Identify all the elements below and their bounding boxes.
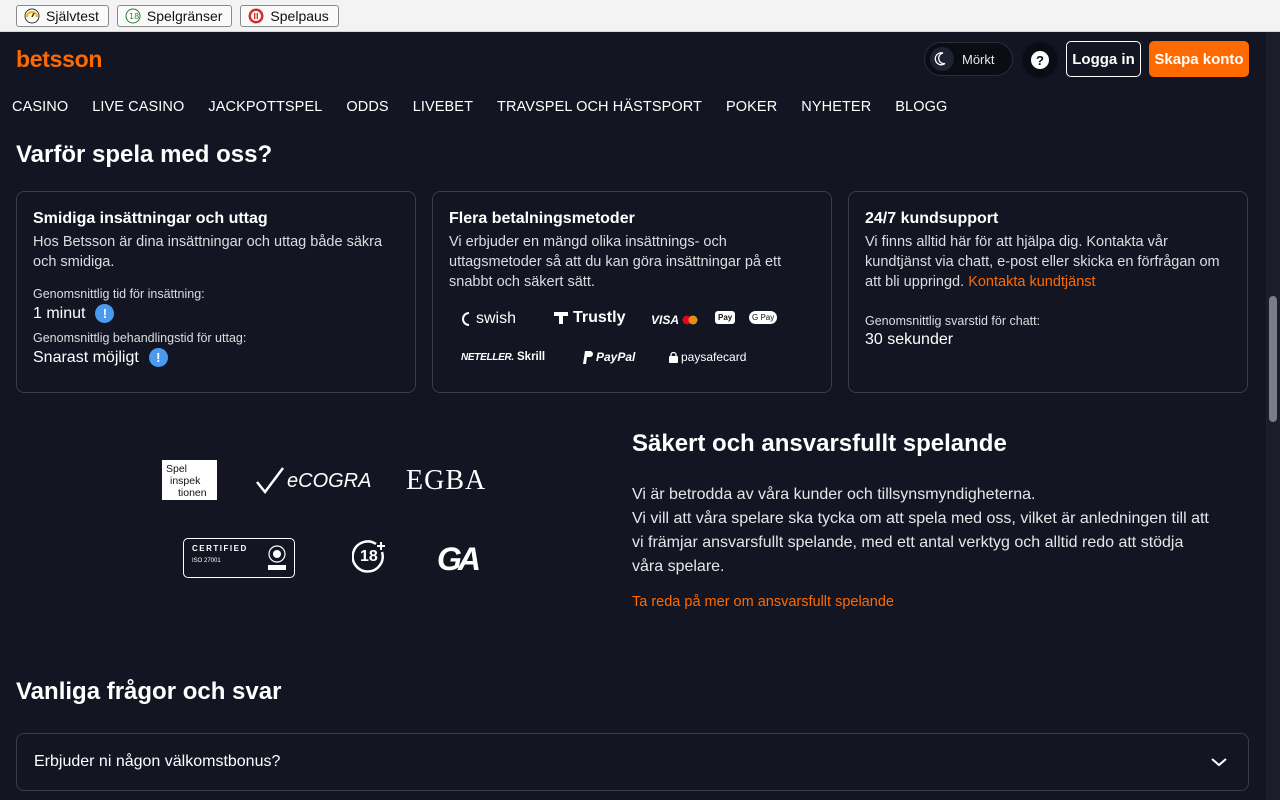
- nav-item-casino[interactable]: CASINO: [12, 99, 68, 115]
- deposit-time-label: Genomsnittlig tid för insättning:: [33, 287, 205, 301]
- limits-button[interactable]: 18 Spelgränser: [116, 4, 233, 27]
- gauge-icon: [24, 8, 40, 23]
- pause-icon: [248, 8, 264, 23]
- chat-response-label: Genomsnittlig svarstid för chatt:: [865, 314, 1041, 328]
- self-test-label: Självtest: [46, 7, 99, 24]
- moon-icon: [930, 47, 954, 71]
- paysafecard-logo: paysafecard: [669, 350, 746, 364]
- iso-certified-badge[interactable]: CERTIFIED ISO 27001: [183, 538, 295, 578]
- apple-pay-logo: Pay: [715, 311, 736, 324]
- svg-text:18: 18: [129, 12, 139, 21]
- ga-logo[interactable]: GA: [437, 541, 481, 578]
- card-title: Flera betalningsmetoder: [449, 210, 635, 227]
- contact-support-link[interactable]: Kontakta kundtjänst: [968, 274, 1095, 290]
- deposit-time-value-row: 1 minut !: [33, 304, 399, 323]
- help-button[interactable]: ?: [1022, 42, 1058, 78]
- ecogra-logo[interactable]: eCOGRA: [255, 466, 371, 496]
- spelinspektionen-logo[interactable]: Spel inspek tionen: [162, 460, 217, 500]
- deposit-time-value: 1 minut: [33, 304, 86, 322]
- main-nav: CASINO LIVE CASINO JACKPOTTSPEL ODDS LIV…: [12, 99, 971, 115]
- withdrawal-time-value-row: Snarast möjligt !: [33, 348, 399, 367]
- betsson-logo[interactable]: betsson: [16, 46, 102, 73]
- apple-pay-icon: Pay: [715, 311, 736, 324]
- lock-icon: [669, 351, 678, 363]
- withdrawal-time-value: Snarast möjligt: [33, 348, 139, 366]
- pause-label: Spelpaus: [270, 7, 329, 24]
- login-button[interactable]: Logga in: [1066, 41, 1141, 77]
- chevron-down-icon: [1211, 758, 1227, 767]
- faq-title: Vanliga frågor och svar: [16, 678, 282, 705]
- site-header: betsson Mörkt ? Logga in Skapa konto: [0, 32, 1280, 88]
- why-section-title: Varför spela med oss?: [16, 141, 273, 168]
- withdrawal-time-label: Genomsnittlig behandlingstid för uttag:: [33, 331, 247, 345]
- dark-mode-label: Mörkt: [962, 51, 995, 67]
- deposits-card: Smidiga insättningar och uttag Hos Betss…: [16, 191, 416, 393]
- nav-item-livebet[interactable]: LIVEBET: [413, 99, 473, 115]
- self-test-button[interactable]: Självtest: [16, 4, 109, 27]
- responsible-gaming-bar: Självtest 18 Spelgränser Spelpaus: [0, 0, 1280, 32]
- swish-icon: [462, 312, 470, 326]
- pause-button[interactable]: Spelpaus: [240, 4, 339, 27]
- nav-item-poker[interactable]: POKER: [726, 99, 777, 115]
- responsible-title: Säkert och ansvarsfullt spelande: [632, 430, 1007, 457]
- skrill-logo: Skrill: [517, 351, 546, 363]
- responsible-text: Vi är betrodda av våra kunder och tillsy…: [632, 486, 1209, 575]
- nav-item-news[interactable]: NYHETER: [801, 99, 871, 115]
- info-icon[interactable]: !: [148, 348, 168, 367]
- nav-item-jackpots[interactable]: JACKPOTTSPEL: [208, 99, 322, 115]
- nav-item-odds[interactable]: ODDS: [346, 99, 388, 115]
- nav-item-live-casino[interactable]: LIVE CASINO: [92, 99, 184, 115]
- card-text: Vi erbjuder en mängd olika insättnings- …: [449, 234, 782, 290]
- visa-mastercard-logo: VISA: [651, 313, 698, 327]
- limits-icon: 18: [125, 8, 141, 23]
- trustly-logo: Trustly: [554, 309, 625, 327]
- paypal-icon: [583, 350, 593, 364]
- card-title: Smidiga insättningar och uttag: [33, 210, 268, 227]
- google-pay-logo: G Pay: [749, 311, 778, 324]
- help-icon: ?: [1031, 51, 1049, 69]
- age-18-badge[interactable]: 18: [351, 540, 388, 581]
- card-text: Hos Betsson är dina insättningar och utt…: [33, 234, 383, 270]
- card-title: 24/7 kundsupport: [865, 210, 999, 227]
- chat-response-value: 30 sekunder: [865, 331, 954, 348]
- mastercard-icon: [682, 315, 698, 325]
- bureau-veritas-icon: [268, 545, 286, 570]
- faq-item[interactable]: Erbjuder ni någon välkomstbonus?: [16, 733, 1249, 791]
- checkmark-icon: [256, 467, 284, 495]
- nav-item-horse-racing[interactable]: TRAVSPEL OCH HÄSTSPORT: [497, 99, 702, 115]
- swish-logo: swish: [459, 310, 516, 328]
- nav-item-blog[interactable]: BLOGG: [895, 99, 947, 115]
- card-text: Vi finns alltid här för att hjälpa dig. …: [865, 234, 1220, 290]
- trustly-icon: [554, 312, 568, 324]
- info-icon[interactable]: !: [95, 304, 115, 323]
- neteller-logo: NETELLER.: [461, 352, 514, 363]
- scrollbar-thumb[interactable]: [1269, 296, 1277, 422]
- limits-label: Spelgränser: [146, 7, 223, 24]
- responsible-more-link[interactable]: Ta reda på mer om ansvarsfullt spelande: [632, 594, 894, 610]
- support-card: 24/7 kundsupport Vi finns alltid här för…: [848, 191, 1248, 393]
- dark-mode-toggle[interactable]: Mörkt: [924, 42, 1013, 76]
- paypal-logo: PayPal: [583, 350, 635, 364]
- faq-question: Erbjuder ni någon välkomstbonus?: [34, 753, 281, 770]
- signup-button[interactable]: Skapa konto: [1149, 41, 1249, 77]
- google-pay-icon: G Pay: [749, 311, 778, 324]
- egba-logo[interactable]: EGBA: [406, 465, 486, 497]
